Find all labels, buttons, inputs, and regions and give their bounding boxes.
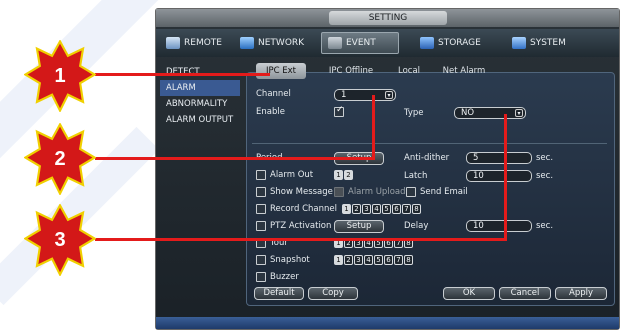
type-value: NO: [461, 108, 475, 118]
channel-toggle[interactable]: 3: [354, 255, 363, 265]
enable-checkbox[interactable]: [334, 105, 344, 117]
callout-line-3: [95, 238, 507, 241]
antidither-unit: sec.: [536, 153, 554, 163]
event-icon: [328, 37, 342, 49]
nav-network[interactable]: NETWORK: [234, 32, 314, 54]
nav-storage[interactable]: STORAGE: [414, 32, 494, 54]
chevron-down-icon: ▾: [385, 91, 393, 99]
sidebar-item-alarm-output[interactable]: ALARM OUTPUT: [160, 112, 240, 128]
antidither-input[interactable]: 5: [466, 152, 532, 164]
delay-input[interactable]: 10: [466, 220, 532, 232]
channel-toggle[interactable]: 3: [362, 204, 371, 214]
alarm-out-label: Alarm Out: [270, 170, 314, 180]
callout-number-2: 2: [54, 148, 66, 170]
send-email-label: Send Email: [420, 187, 468, 197]
nav-label: REMOTE: [184, 38, 222, 48]
apply-button[interactable]: Apply: [555, 287, 607, 300]
channel-toggle[interactable]: 4: [364, 255, 373, 265]
alarm-upload-label: Alarm Upload: [348, 187, 406, 197]
channel-toggle[interactable]: 8: [412, 204, 421, 214]
delay-unit: sec.: [536, 221, 554, 231]
sidebar-item-detect[interactable]: DETECT: [160, 64, 240, 80]
channel-toggle[interactable]: 8: [404, 255, 413, 265]
nav-remote[interactable]: REMOTE: [160, 32, 230, 54]
channel-toggle[interactable]: 2: [344, 255, 353, 265]
channel-toggle[interactable]: 6: [384, 255, 393, 265]
sidebar-item-abnormality[interactable]: ABNORMALITY: [160, 96, 240, 112]
nav-label: STORAGE: [438, 38, 481, 48]
callout-line-2: [372, 95, 375, 160]
channel-toggle[interactable]: 5: [374, 255, 383, 265]
channel-toggle[interactable]: 1: [334, 255, 343, 265]
channel-toggle[interactable]: 1: [342, 204, 351, 214]
ptz-setup-button[interactable]: Setup: [334, 220, 384, 233]
nav-label: EVENT: [346, 38, 376, 48]
chevron-down-icon: ▾: [515, 109, 523, 117]
latch-label: Latch: [404, 171, 428, 181]
tab-ipc-ext[interactable]: IPC Ext: [256, 63, 306, 79]
nav-label: SYSTEM: [530, 38, 566, 48]
channel-label: Channel: [256, 89, 291, 99]
channel-value: 1: [341, 90, 347, 100]
record-channel-checkbox[interactable]: [256, 204, 266, 214]
remote-icon: [166, 37, 180, 49]
tab-local[interactable]: Local: [389, 63, 429, 79]
channel-toggle[interactable]: 2: [352, 204, 361, 214]
alarm-out-outputs: 1 2: [334, 170, 353, 180]
title-bar: SETTING: [156, 9, 619, 27]
show-message-checkbox[interactable]: [256, 187, 266, 197]
type-select[interactable]: NO ▾: [454, 107, 526, 119]
snapshot-channel-list: 1 2 3 4 5 6 7 8: [334, 255, 413, 265]
callout-line-1: [95, 73, 270, 76]
default-button[interactable]: Default: [254, 287, 304, 300]
output-toggle[interactable]: 2: [344, 170, 353, 180]
latch-input[interactable]: 10: [466, 170, 532, 182]
top-navigation: REMOTE NETWORK EVENT STORAGE SYSTEM: [156, 29, 619, 57]
snapshot-checkbox[interactable]: [256, 255, 266, 265]
tab-ipc-offline[interactable]: IPC Offline: [326, 63, 376, 79]
enable-label: Enable: [256, 107, 285, 117]
nav-label: NETWORK: [258, 38, 305, 48]
nav-event[interactable]: EVENT: [321, 32, 399, 54]
network-icon: [240, 37, 254, 49]
window-title: SETTING: [329, 11, 447, 25]
type-label: Type: [404, 108, 424, 118]
ptz-activation-checkbox[interactable]: [256, 221, 266, 231]
tab-net-alarm[interactable]: Net Alarm: [439, 63, 489, 79]
antidither-label: Anti-dither: [404, 153, 450, 163]
channel-toggle[interactable]: 4: [372, 204, 381, 214]
delay-label: Delay: [404, 221, 429, 231]
settings-window: SETTING REMOTE NETWORK EVENT STORAGE SYS…: [155, 8, 620, 330]
cancel-button[interactable]: Cancel: [499, 287, 551, 300]
buzzer-label: Buzzer: [270, 272, 299, 282]
show-message-label: Show Message: [270, 187, 333, 197]
callout-line-3: [504, 114, 507, 241]
output-toggle[interactable]: 1: [334, 170, 343, 180]
storage-icon: [420, 37, 434, 49]
record-channel-label: Record Channel: [270, 204, 337, 214]
record-channel-list: 1 2 3 4 5 6 7 8: [342, 204, 421, 214]
callout-line-2: [95, 157, 375, 160]
channel-toggle[interactable]: 6: [392, 204, 401, 214]
system-icon: [512, 37, 526, 49]
channel-toggle[interactable]: 7: [402, 204, 411, 214]
callout-number-1: 1: [54, 65, 66, 87]
alarm-upload-checkbox[interactable]: [334, 187, 344, 197]
buzzer-checkbox[interactable]: [256, 272, 266, 282]
alarm-out-checkbox[interactable]: [256, 170, 266, 180]
ok-button[interactable]: OK: [443, 287, 495, 300]
ptz-activation-label: PTZ Activation: [270, 221, 332, 231]
sidebar-item-alarm[interactable]: ALARM: [160, 80, 240, 96]
latch-unit: sec.: [536, 171, 554, 181]
snapshot-label: Snapshot: [270, 255, 310, 265]
section-divider: [252, 143, 607, 144]
channel-toggle[interactable]: 7: [394, 255, 403, 265]
nav-system[interactable]: SYSTEM: [506, 32, 586, 54]
copy-button[interactable]: Copy: [308, 287, 358, 300]
send-email-checkbox[interactable]: [406, 187, 416, 197]
bottom-status-strip: [156, 317, 619, 329]
channel-select[interactable]: 1 ▾: [334, 89, 396, 101]
channel-toggle[interactable]: 5: [382, 204, 391, 214]
callout-number-3: 3: [54, 229, 66, 251]
